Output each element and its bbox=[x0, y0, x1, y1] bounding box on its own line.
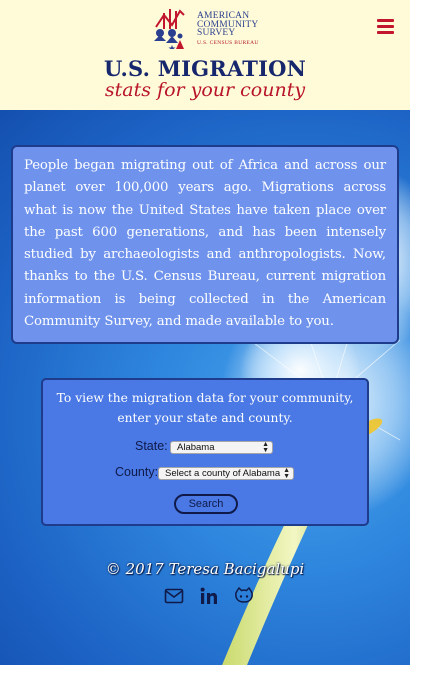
intro-text-box: People began migrating out of Africa and… bbox=[11, 145, 399, 344]
linkedin-icon[interactable] bbox=[199, 586, 219, 606]
menu-bar bbox=[377, 25, 394, 28]
acs-logo-text: AMERICAN COMMUNITY SURVEY bbox=[197, 11, 258, 39]
acs-logo[interactable]: AMERICAN COMMUNITY SURVEY U.S. CENSUS BU… bbox=[150, 5, 265, 49]
form-prompt-line-1: To view the migration data for your comm… bbox=[56, 391, 354, 405]
page-title: U.S. MIGRATION bbox=[103, 56, 307, 81]
state-label: State: bbox=[135, 439, 168, 453]
select-arrows-icon: ▲ ▼ bbox=[262, 441, 269, 454]
email-icon[interactable] bbox=[164, 586, 184, 606]
acs-logo-icon bbox=[154, 9, 185, 49]
github-icon[interactable] bbox=[234, 586, 254, 606]
menu-bar bbox=[377, 31, 394, 34]
logo-subtext: U.S. CENSUS BUREAU bbox=[197, 40, 259, 46]
state-select[interactable]: Alabama ▲ ▼ bbox=[170, 441, 273, 454]
header: AMERICAN COMMUNITY SURVEY U.S. CENSUS BU… bbox=[0, 0, 410, 110]
select-arrows-icon: ▲ ▼ bbox=[283, 467, 290, 480]
form-prompt-line-2: enter your state and county. bbox=[117, 411, 293, 425]
state-select-value: Alabama bbox=[177, 442, 215, 453]
county-select[interactable]: Select a county of Alabama ▲ ▼ bbox=[158, 467, 294, 480]
copyright-text: © 2017 Teresa Bacigalupi bbox=[105, 560, 305, 578]
form-prompt: To view the migration data for your comm… bbox=[43, 388, 367, 428]
page: AMERICAN COMMUNITY SURVEY U.S. CENSUS BU… bbox=[0, 0, 410, 665]
migration-search-form: To view the migration data for your comm… bbox=[41, 378, 369, 526]
page-subtitle: stats for your county bbox=[104, 79, 306, 101]
logo-line-3: SURVEY bbox=[197, 28, 236, 39]
county-label: County: bbox=[115, 465, 159, 479]
county-select-value: Select a county of Alabama bbox=[165, 468, 281, 479]
menu-bar bbox=[377, 19, 394, 22]
hamburger-menu-icon[interactable] bbox=[377, 19, 394, 34]
search-button[interactable]: Search bbox=[174, 494, 238, 514]
